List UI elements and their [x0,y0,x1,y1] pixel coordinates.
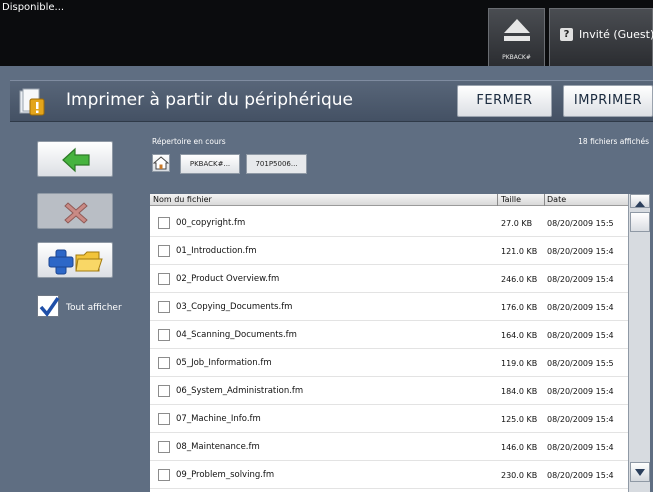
file-date: 08/20/2009 15:5 [547,219,614,228]
row-checkbox[interactable] [158,413,170,425]
add-folder-button[interactable] [37,242,113,278]
file-size: 184.0 KB [501,387,538,396]
row-checkbox[interactable] [158,273,170,285]
file-date: 08/20/2009 15:4 [547,471,614,480]
table-header: Nom du fichier Taille Date [150,194,628,206]
file-date: 08/20/2009 15:4 [547,275,614,284]
usb-device-button[interactable]: PKBACK# [488,8,545,66]
file-name: 06_System_Administration.fm [176,386,304,396]
file-size: 121.0 KB [501,247,538,256]
table-row[interactable]: 03_Copying_Documents.fm 176.0 KB 08/20/2… [150,293,628,321]
guest-login-button[interactable]: ? Invité (Guest) [549,8,653,66]
row-checkbox[interactable] [158,217,170,229]
table-row[interactable]: 07_Machine_Info.fm 125.0 KB 08/20/2009 1… [150,405,628,433]
status-text: Disponible... [2,2,65,13]
user-icon: ? [560,28,573,41]
close-button[interactable]: FERMER [457,85,552,117]
file-size: 164.0 KB [501,331,538,340]
plus-icon [48,249,74,275]
file-name: 08_Maintenance.fm [176,442,260,452]
scroll-down-button[interactable] [630,462,650,482]
row-checkbox[interactable] [158,469,170,481]
checkmark-icon [39,297,60,317]
guest-label: Invité (Guest) [579,28,653,41]
file-date: 08/20/2009 15:4 [547,387,614,396]
file-count-text: 18 fichiers affichés [578,137,649,146]
file-size: 176.0 KB [501,303,538,312]
table-row[interactable]: 06_System_Administration.fm 184.0 KB 08/… [150,377,628,405]
folder-icon [75,251,103,272]
delete-button[interactable] [37,193,113,229]
chevron-up-icon [635,201,645,207]
file-size: 27.0 KB [501,219,533,228]
file-date: 08/20/2009 15:4 [547,331,614,340]
current-directory-label: Répertoire en cours [152,137,226,146]
file-date: 08/20/2009 15:4 [547,443,614,452]
column-header-size[interactable]: Taille [501,195,521,204]
top-status-bar: Disponible... PKBACK# ? Invité (Guest) [0,0,653,66]
scroll-thumb[interactable] [630,212,650,232]
eject-icon [504,19,530,41]
row-checkbox[interactable] [158,385,170,397]
table-row[interactable]: 09_Problem_solving.fm 230.0 KB 08/20/200… [150,461,628,489]
arrow-left-icon [62,147,90,173]
page-title: Imprimer à partir du périphérique [66,90,353,110]
back-button[interactable] [37,141,113,177]
file-date: 08/20/2009 15:4 [547,303,614,312]
row-checkbox[interactable] [158,245,170,257]
file-name: 03_Copying_Documents.fm [176,302,293,312]
row-checkbox[interactable] [158,329,170,341]
table-row[interactable]: 01_Introduction.fm 121.0 KB 08/20/2009 1… [150,237,628,265]
table-row[interactable]: 00_copyright.fm 27.0 KB 08/20/2009 15:5 [150,209,628,237]
show-all-label: Tout afficher [66,303,122,313]
file-size: 230.0 KB [501,471,538,480]
file-name: 05_Job_Information.fm [176,358,272,368]
path-segment-device[interactable]: PKBACK#... [180,154,240,174]
file-size: 146.0 KB [501,443,538,452]
title-bar: Imprimer à partir du périphérique FERMER… [10,80,653,122]
file-date: 08/20/2009 15:5 [547,359,614,368]
row-checkbox[interactable] [158,357,170,369]
column-header-name[interactable]: Nom du fichier [153,195,212,204]
file-name: 00_copyright.fm [176,218,246,228]
usb-device-label: PKBACK# [502,54,531,61]
show-all-checkbox[interactable] [37,295,60,317]
table-row[interactable]: 04_Scanning_Documents.fm 164.0 KB 08/20/… [150,321,628,349]
file-name: 09_Problem_solving.fm [176,470,275,480]
add-folder-icon [48,249,103,275]
table-row[interactable]: 02_Product Overview.fm 246.0 KB 08/20/20… [150,265,628,293]
file-list-scrollbar[interactable] [628,194,650,492]
column-header-date[interactable]: Date [547,195,566,204]
chevron-down-icon [635,469,645,476]
table-row[interactable]: 08_Maintenance.fm 146.0 KB 08/20/2009 15… [150,433,628,461]
scroll-up-button[interactable] [630,194,650,208]
print-from-device-icon [19,88,45,116]
print-button[interactable]: IMPRIMER [563,85,653,117]
file-date: 08/20/2009 15:4 [547,247,614,256]
file-name: 07_Machine_Info.fm [176,414,261,424]
row-checkbox[interactable] [158,441,170,453]
home-icon [152,156,170,170]
file-size: 125.0 KB [501,415,538,424]
file-table: Nom du fichier Taille Date 00_copyright.… [150,194,628,492]
file-name: 04_Scanning_Documents.fm [176,330,297,340]
file-name: 02_Product Overview.fm [176,274,280,284]
close-icon [64,202,88,224]
file-date: 08/20/2009 15:4 [547,415,614,424]
path-segment-folder[interactable]: 701P5006... [246,154,307,174]
row-checkbox[interactable] [158,301,170,313]
home-button[interactable] [152,154,170,172]
file-size: 246.0 KB [501,275,538,284]
file-size: 119.0 KB [501,359,538,368]
table-row[interactable]: 05_Job_Information.fm 119.0 KB 08/20/200… [150,349,628,377]
file-name: 01_Introduction.fm [176,246,257,256]
